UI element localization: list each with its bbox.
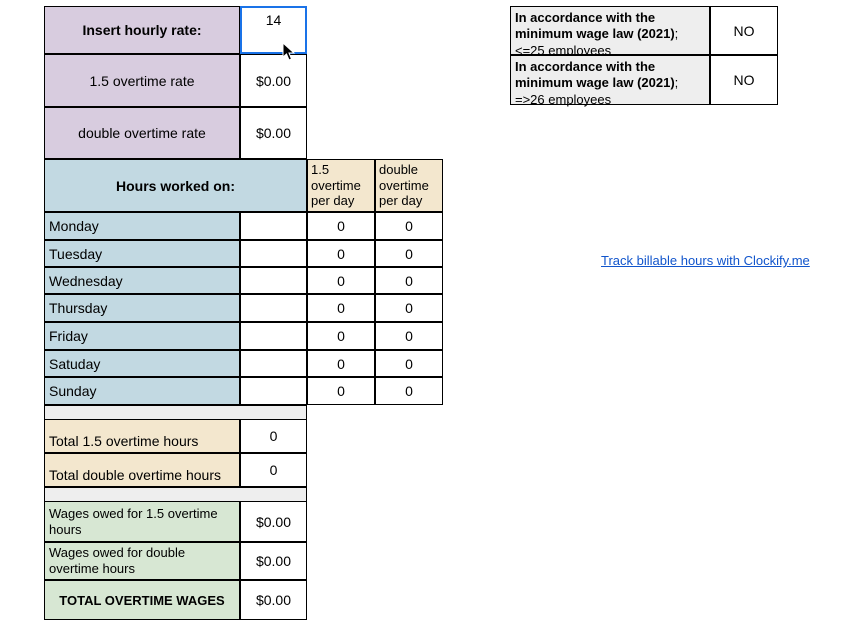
day-dbl-cell[interactable]: 0 bbox=[375, 377, 443, 405]
double-rate-value: $0.00 bbox=[256, 125, 291, 141]
hours-worked-header-text: Hours worked on: bbox=[116, 178, 235, 194]
double-rate-label-text: double overtime rate bbox=[78, 125, 206, 141]
day-ot15-cell[interactable]: 0 bbox=[307, 212, 375, 240]
overtime15-value-cell[interactable]: $0.00 bbox=[240, 54, 307, 107]
day-hours-input[interactable] bbox=[240, 350, 307, 377]
day-hours-input[interactable] bbox=[240, 212, 307, 240]
double-rate-label: double overtime rate bbox=[44, 107, 240, 159]
day-ot15-cell[interactable]: 0 bbox=[307, 322, 375, 350]
law-row2-label: In accordance with the minimum wage law … bbox=[510, 55, 710, 105]
wages-ot15-value[interactable]: $0.00 bbox=[240, 501, 307, 542]
day-name: Monday bbox=[44, 212, 240, 240]
clockify-link[interactable]: Track billable hours with Clockify.me bbox=[601, 252, 810, 268]
hourly-rate-label-text: Insert hourly rate: bbox=[82, 22, 201, 38]
day-name: Wednesday bbox=[44, 267, 240, 294]
day-name: Sunday bbox=[44, 377, 240, 405]
day-hours-input[interactable] bbox=[240, 322, 307, 350]
overtime15-value: $0.00 bbox=[256, 73, 291, 89]
law-row2-text: In accordance with the minimum wage law … bbox=[515, 59, 705, 108]
day-name: Tuesday bbox=[44, 240, 240, 267]
hourly-rate-input[interactable]: 14 bbox=[240, 6, 307, 54]
total-dbl-hours-label: Total double overtime hours bbox=[44, 453, 240, 487]
overtime15-label: 1.5 overtime rate bbox=[44, 54, 240, 107]
col-dbl-l3: per day bbox=[379, 193, 422, 209]
day-hours-input[interactable] bbox=[240, 294, 307, 322]
col-15-l2: overtime bbox=[311, 178, 361, 194]
day-dbl-cell[interactable]: 0 bbox=[375, 267, 443, 294]
day-name: Satuday bbox=[44, 350, 240, 377]
clockify-link-text: Track billable hours with Clockify.me bbox=[601, 253, 810, 268]
hourly-rate-value: 14 bbox=[266, 12, 282, 28]
col-15-l1: 1.5 bbox=[311, 162, 329, 178]
day-ot15-cell[interactable]: 0 bbox=[307, 267, 375, 294]
day-ot15-cell[interactable]: 0 bbox=[307, 294, 375, 322]
col-15-l3: per day bbox=[311, 193, 354, 209]
col-dbl-l1: double bbox=[379, 162, 418, 178]
spacer bbox=[44, 405, 307, 419]
law-row2-value[interactable]: NO bbox=[710, 55, 778, 105]
day-ot15-cell[interactable]: 0 bbox=[307, 350, 375, 377]
spacer bbox=[44, 487, 307, 501]
day-ot15-cell[interactable]: 0 bbox=[307, 240, 375, 267]
day-dbl-cell[interactable]: 0 bbox=[375, 240, 443, 267]
total-wages-value[interactable]: $0.00 bbox=[240, 580, 307, 620]
hourly-rate-label: Insert hourly rate: bbox=[44, 6, 240, 54]
total-ot15-hours-value[interactable]: 0 bbox=[240, 419, 307, 453]
day-name: Thursday bbox=[44, 294, 240, 322]
col-15-overtime-header: 1.5 overtime per day bbox=[307, 159, 375, 212]
day-dbl-cell[interactable]: 0 bbox=[375, 350, 443, 377]
law-row1-text: In accordance with the minimum wage law … bbox=[515, 10, 705, 59]
day-dbl-cell[interactable]: 0 bbox=[375, 322, 443, 350]
day-hours-input[interactable] bbox=[240, 377, 307, 405]
total-ot15-hours-label: Total 1.5 overtime hours bbox=[44, 419, 240, 453]
day-hours-input[interactable] bbox=[240, 267, 307, 294]
overtime15-label-text: 1.5 overtime rate bbox=[89, 73, 194, 89]
law-row1-value[interactable]: NO bbox=[710, 6, 778, 55]
wages-dbl-value[interactable]: $0.00 bbox=[240, 542, 307, 580]
day-name: Friday bbox=[44, 322, 240, 350]
day-ot15-cell[interactable]: 0 bbox=[307, 377, 375, 405]
col-dbl-l2: overtime bbox=[379, 178, 429, 194]
total-wages-label: TOTAL OVERTIME WAGES bbox=[44, 580, 240, 620]
day-dbl-cell[interactable]: 0 bbox=[375, 294, 443, 322]
col-double-overtime-header: double overtime per day bbox=[375, 159, 443, 212]
day-hours-input[interactable] bbox=[240, 240, 307, 267]
double-rate-value-cell[interactable]: $0.00 bbox=[240, 107, 307, 159]
day-dbl-cell[interactable]: 0 bbox=[375, 212, 443, 240]
law-row1-label: In accordance with the minimum wage law … bbox=[510, 6, 710, 55]
total-dbl-hours-value[interactable]: 0 bbox=[240, 453, 307, 487]
wages-dbl-label: Wages owed for double overtime hours bbox=[44, 542, 240, 580]
hours-worked-header: Hours worked on: bbox=[44, 159, 307, 212]
wages-ot15-label: Wages owed for 1.5 overtime hours bbox=[44, 501, 240, 542]
